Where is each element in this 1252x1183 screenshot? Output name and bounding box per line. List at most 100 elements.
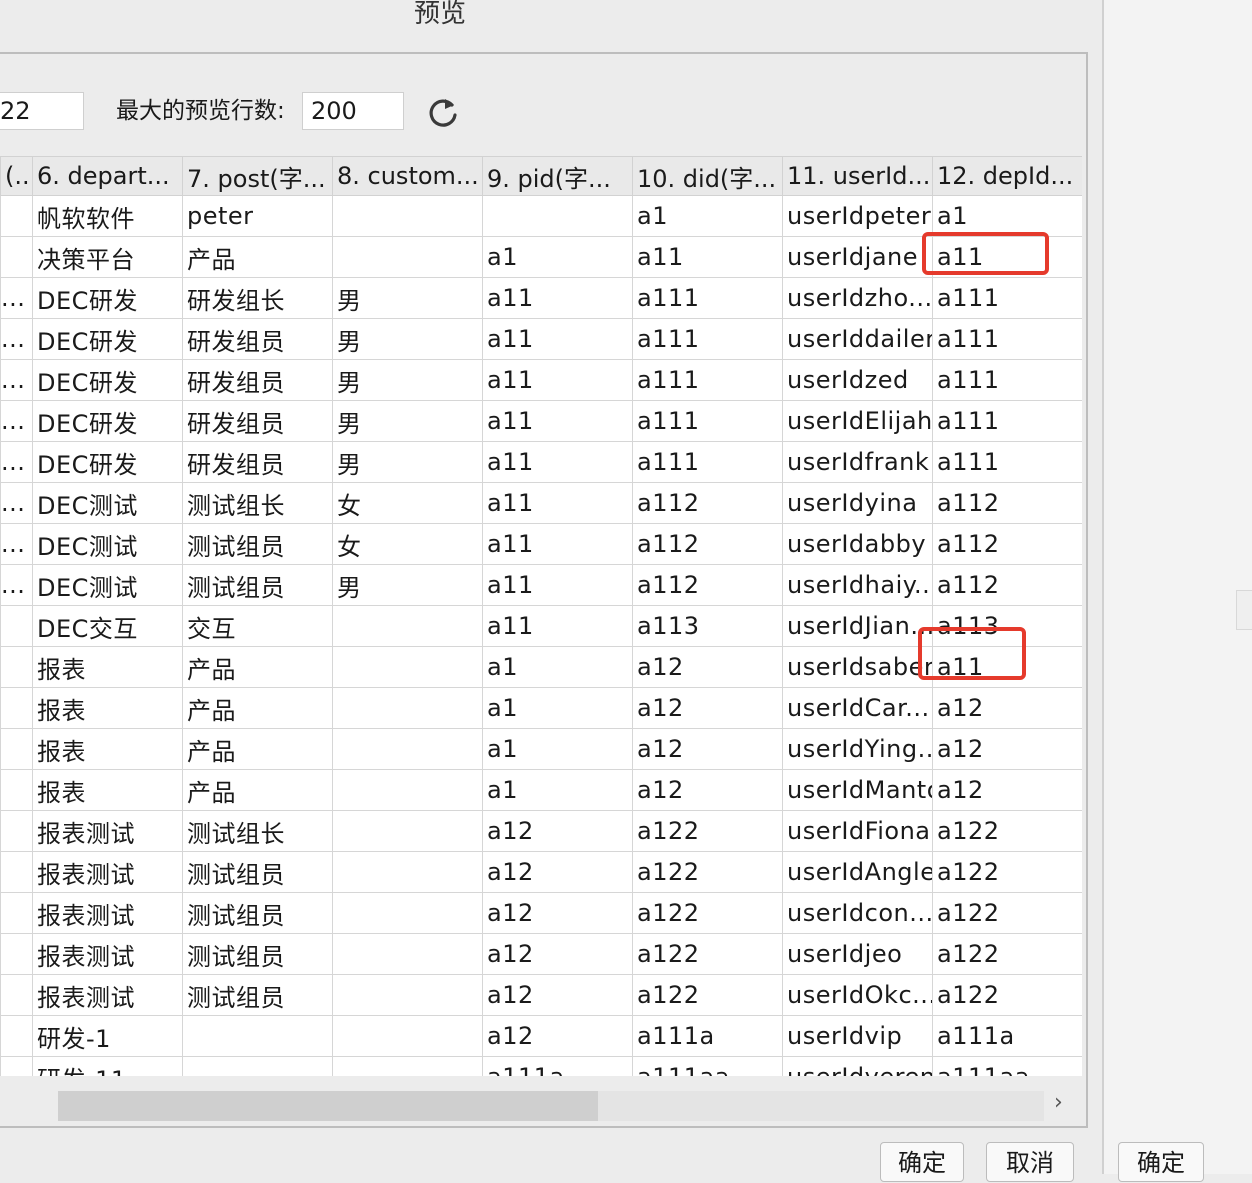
table-row[interactable]: ... DEC测试 测试组员男 a11 a112 userIdhaiy... a112 <box>0 564 1082 606</box>
table-cell[interactable]: a122 <box>932 851 1082 893</box>
table-row[interactable]: 决策平台 产品 a1 a11 userIdjane a11 <box>0 236 1082 278</box>
table-cell[interactable]: a112 <box>632 523 783 565</box>
table-cell[interactable] <box>0 1015 33 1057</box>
table-cell[interactable]: a1 <box>482 769 633 811</box>
table-cell[interactable]: a12 <box>632 646 783 688</box>
table-cell[interactable] <box>332 851 483 893</box>
table-row[interactable]: 报表 产品 a1 a12 userIdsaber a11 <box>0 646 1082 688</box>
table-cell[interactable]: 男 <box>332 359 483 401</box>
table-cell[interactable]: a111a <box>632 1015 783 1057</box>
table-cell[interactable]: a111 <box>932 359 1082 401</box>
table-cell[interactable]: 报表测试 <box>32 892 183 934</box>
table-cell[interactable]: userIdOkc... <box>782 974 933 1016</box>
table-cell[interactable]: ... <box>0 359 33 401</box>
table-cell[interactable]: ... <box>0 523 33 565</box>
table-cell[interactable]: a1 <box>482 236 633 278</box>
table-cell[interactable]: a11 <box>482 564 633 606</box>
column-header[interactable]: 12. depId... <box>932 156 1082 196</box>
table-cell[interactable]: 决策平台 <box>32 236 183 278</box>
table-cell[interactable]: a1 <box>632 195 783 237</box>
table-row[interactable]: 报表 产品 a1 a12 userIdYing... a12 <box>0 728 1082 770</box>
cancel-button[interactable]: 取消 <box>986 1142 1074 1182</box>
table-cell[interactable]: a122 <box>932 974 1082 1016</box>
table-cell[interactable] <box>332 933 483 975</box>
horizontal-scrollbar[interactable]: › <box>0 1076 1082 1126</box>
table-cell[interactable]: 报表 <box>32 769 183 811</box>
table-cell[interactable]: a12 <box>482 933 633 975</box>
table-cell[interactable]: a111 <box>632 359 783 401</box>
table-cell[interactable]: a122 <box>632 851 783 893</box>
table-cell[interactable]: 男 <box>332 441 483 483</box>
table-cell[interactable]: userIdpeter <box>782 195 933 237</box>
table-cell[interactable] <box>332 1015 483 1057</box>
table-cell[interactable]: 交互 <box>182 605 333 647</box>
column-header[interactable]: 8. custom... <box>332 156 483 196</box>
table-cell[interactable]: a11 <box>482 359 633 401</box>
table-cell[interactable]: 报表测试 <box>32 851 183 893</box>
table-cell[interactable]: a12 <box>632 728 783 770</box>
confirm-button[interactable]: 确定 <box>880 1142 964 1182</box>
table-row[interactable]: ... DEC研发 研发组员男 a11 a111 userIdElijah a111 <box>0 400 1082 442</box>
table-cell[interactable]: userIdjeo <box>782 933 933 975</box>
table-cell[interactable]: a1 <box>932 195 1082 237</box>
table-cell[interactable]: userIdzed <box>782 359 933 401</box>
table-cell[interactable]: DEC研发 <box>32 318 183 360</box>
table-row[interactable]: 报表测试 测试组员 a12 a122 userIdAngle a122 <box>0 851 1082 893</box>
table-cell[interactable]: userIdAngle <box>782 851 933 893</box>
table-row[interactable]: ... DEC测试 测试组长女 a11 a112 userIdyina a112 <box>0 482 1082 524</box>
table-cell[interactable]: a12 <box>482 810 633 852</box>
table-cell[interactable]: a111 <box>632 277 783 319</box>
column-header[interactable]: 11. userId... <box>782 156 933 196</box>
table-cell[interactable] <box>332 728 483 770</box>
table-cell[interactable]: userIdyina <box>782 482 933 524</box>
table-cell[interactable]: a112 <box>632 482 783 524</box>
table-cell[interactable] <box>482 195 633 237</box>
table-cell[interactable]: DEC测试 <box>32 523 183 565</box>
table-cell[interactable]: 产品 <box>182 728 333 770</box>
table-cell[interactable]: 研发组员 <box>182 441 333 483</box>
table-cell[interactable]: 测试组员 <box>182 564 333 606</box>
background-confirm-button[interactable]: 确定 <box>1118 1142 1204 1182</box>
table-cell[interactable]: DEC研发 <box>32 359 183 401</box>
table-cell[interactable]: ... <box>0 400 33 442</box>
table-row[interactable]: ... DEC研发 研发组员男 a11 a111 userIddailer a111 <box>0 318 1082 360</box>
refresh-icon[interactable] <box>426 96 460 130</box>
side-tab[interactable] <box>1236 590 1252 630</box>
table-cell[interactable]: userIdYing... <box>782 728 933 770</box>
table-cell[interactable]: ... <box>0 564 33 606</box>
table-cell[interactable]: ... <box>0 482 33 524</box>
table-cell[interactable]: a111a <box>482 1056 633 1076</box>
table-cell[interactable] <box>332 646 483 688</box>
table-cell[interactable]: a112 <box>932 482 1082 524</box>
table-cell[interactable] <box>0 236 33 278</box>
table-cell[interactable]: userIdvip <box>782 1015 933 1057</box>
table-cell[interactable]: DEC研发 <box>32 400 183 442</box>
column-header[interactable]: 6. depart... <box>32 156 183 196</box>
column-header[interactable]: 7. post(字... <box>182 156 333 196</box>
table-cell[interactable]: a111 <box>932 400 1082 442</box>
table-cell[interactable]: a11 <box>932 646 1082 688</box>
table-row[interactable]: 报表测试 测试组员 a12 a122 userIdOkc... a122 <box>0 974 1082 1016</box>
table-cell[interactable]: 男 <box>332 277 483 319</box>
table-cell[interactable]: 帆软软件 <box>32 195 183 237</box>
table-cell[interactable]: 女 <box>332 482 483 524</box>
table-row[interactable]: 报表 产品 a1 a12 userIdManto a12 <box>0 769 1082 811</box>
table-cell[interactable]: 报表测试 <box>32 974 183 1016</box>
column-header[interactable]: 9. pid(字... <box>482 156 633 196</box>
table-cell[interactable] <box>0 728 33 770</box>
table-row[interactable]: ... DEC测试 测试组员女 a11 a112 userIdabby a112 <box>0 523 1082 565</box>
table-cell[interactable]: 产品 <box>182 769 333 811</box>
table-cell[interactable]: 报表 <box>32 646 183 688</box>
table-row[interactable]: ... DEC研发 研发组长男 a11 a111 userIdzho... a111 <box>0 277 1082 319</box>
table-cell[interactable]: 报表测试 <box>32 933 183 975</box>
table-row[interactable]: 报表测试 测试组员 a12 a122 userIdjeo a122 <box>0 933 1082 975</box>
table-cell[interactable] <box>332 769 483 811</box>
table-cell[interactable]: 测试组员 <box>182 523 333 565</box>
table-cell[interactable]: 产品 <box>182 646 333 688</box>
table-cell[interactable]: a113 <box>632 605 783 647</box>
table-cell[interactable] <box>332 605 483 647</box>
table-cell[interactable]: userIdcon... <box>782 892 933 934</box>
table-cell[interactable]: a12 <box>482 974 633 1016</box>
table-cell[interactable]: a111 <box>932 441 1082 483</box>
table-cell[interactable]: a12 <box>932 769 1082 811</box>
